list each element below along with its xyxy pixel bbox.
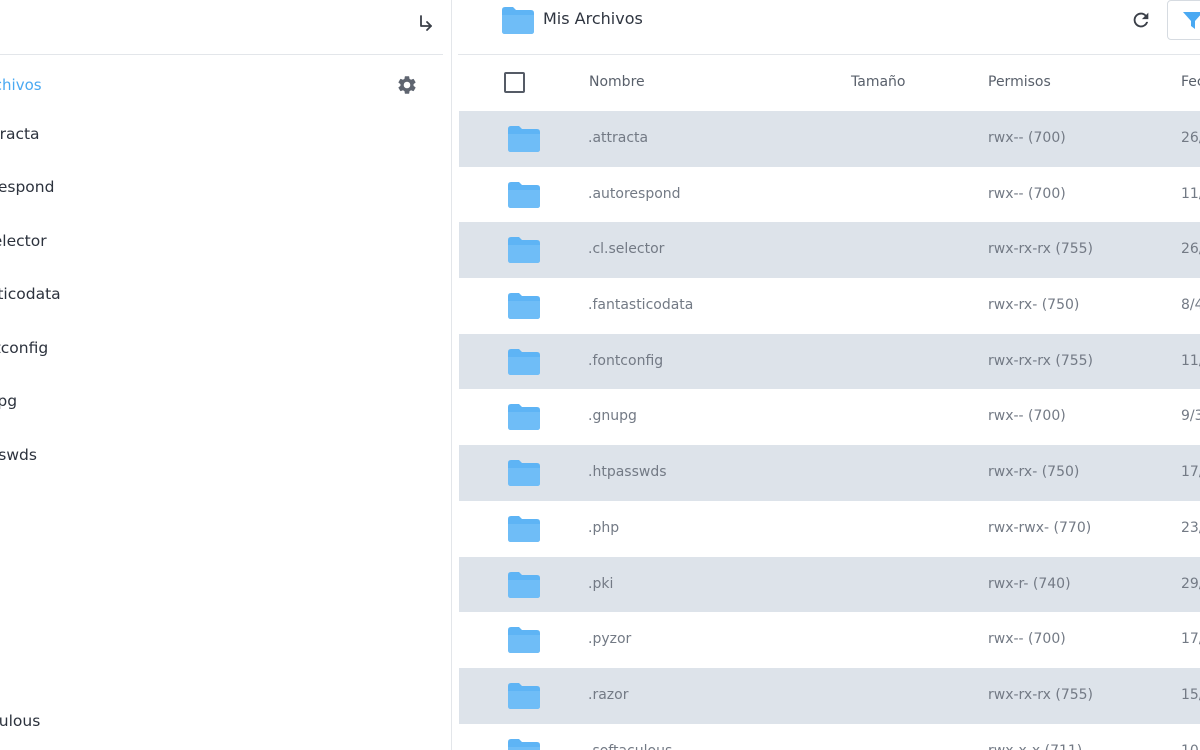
file-name: .attracta	[588, 130, 649, 146]
table-row[interactable]: .pki rwx-r- (740) 29/	[459, 556, 1200, 613]
folder-icon	[502, 7, 534, 34]
file-permissions: rwx-x-x (711)	[988, 743, 1082, 750]
table-header: Nombre Tamaño Permisos Fecha	[459, 55, 1200, 111]
file-permissions: rwx-r- (740)	[988, 575, 1071, 592]
table-row[interactable]: .fantasticodata rwx-rx- (750) 8/4	[459, 278, 1200, 334]
file-permissions: rwx-- (700)	[988, 185, 1066, 202]
table-row[interactable]: .autorespond rwx-- (700) 11/4	[459, 167, 1200, 223]
file-name: .php	[588, 519, 620, 536]
table-row[interactable]: .softaculous rwx-x-x (711) 10/	[459, 724, 1200, 750]
filter-button[interactable]	[1167, 0, 1200, 40]
file-permissions: rwx-rx- (750)	[988, 464, 1080, 481]
column-header-date[interactable]: Fecha	[1181, 74, 1200, 90]
file-manager-app: Mis Archivos .attracta .autorespond .cl.…	[0, 0, 1200, 750]
folder-icon	[508, 571, 540, 598]
sidebar-item[interactable]: .htpasswds	[0, 446, 37, 470]
gear-icon[interactable]	[396, 74, 418, 96]
sidebar-root-label: Mis Archivos	[0, 76, 42, 94]
file-date: 9/3	[1181, 408, 1200, 425]
sidebar: Mis Archivos .attracta .autorespond .cl.…	[0, 0, 452, 750]
file-date: 11/4	[1181, 185, 1200, 202]
file-table-body: .attracta rwx-- (700) 26/ .autorespond rwx--…	[459, 111, 1200, 750]
table-row[interactable]: .razor rwx-rx-rx (755) 15/	[459, 667, 1200, 724]
sidebar-item[interactable]: .fantasticodata	[0, 285, 61, 309]
file-date: 26/	[1181, 241, 1200, 258]
file-date: 17/	[1181, 464, 1200, 481]
file-permissions: rwx-- (700)	[988, 408, 1066, 425]
folder-icon	[508, 293, 540, 320]
sidebar-header	[0, 0, 443, 55]
file-permissions: rwx-- (700)	[988, 130, 1066, 146]
sidebar-item[interactable]: .gnupg	[0, 392, 17, 416]
folder-icon	[508, 627, 540, 654]
file-name: .gnupg	[588, 408, 637, 425]
file-name: .autorespond	[588, 185, 681, 202]
folder-icon	[508, 237, 540, 264]
file-name: .razor	[588, 686, 629, 703]
file-name: .pki	[588, 575, 614, 592]
folder-icon	[508, 515, 540, 542]
sidebar-item[interactable]: .cl.selector	[0, 232, 47, 256]
table-row[interactable]: .htpasswds rwx-rx- (750) 17/	[459, 445, 1200, 501]
column-header-name[interactable]: Nombre	[589, 74, 645, 90]
file-date: 15/	[1181, 686, 1200, 703]
folder-icon	[508, 181, 540, 208]
toolbar: Mis Archivos	[458, 0, 1200, 55]
file-date: 26/	[1181, 130, 1200, 146]
file-permissions: rwx-rx-rx (755)	[988, 352, 1094, 369]
sidebar-item[interactable]: .fontconfig	[0, 339, 48, 363]
sidebar-item[interactable]: .attracta	[0, 125, 40, 149]
folder-icon	[508, 460, 540, 487]
file-date: 8/4	[1181, 297, 1200, 314]
folder-icon	[508, 682, 540, 709]
table-row[interactable]: .php rwx-rwx- (770) 23/	[459, 501, 1200, 557]
file-permissions: rwx-rx-rx (755)	[988, 686, 1094, 703]
table-row[interactable]: .attracta rwx-- (700) 26/	[459, 111, 1200, 167]
file-name: .cl.selector	[588, 241, 665, 258]
folder-icon	[508, 126, 540, 152]
file-date: 23/	[1181, 519, 1200, 536]
refresh-icon[interactable]	[1130, 9, 1152, 31]
table-row[interactable]: .pyzor rwx-- (700) 17/	[459, 612, 1200, 668]
file-name: .softaculous	[588, 743, 672, 750]
table-row[interactable]: .fontconfig rwx-rx-rx (755) 11/1	[459, 333, 1200, 390]
table-row[interactable]: .gnupg rwx-- (700) 9/3	[459, 389, 1200, 445]
folder-icon	[508, 738, 540, 750]
file-name: .htpasswds	[588, 464, 667, 481]
file-date: 29/	[1181, 575, 1200, 592]
file-name: .fontconfig	[588, 352, 664, 369]
column-header-permissions[interactable]: Permisos	[988, 74, 1051, 90]
page-title: Mis Archivos	[543, 9, 643, 28]
filter-icon	[1183, 12, 1200, 29]
main-panel: Mis Archivos Nombre Tamaño Permisos Fech…	[452, 0, 1200, 750]
sidebar-root-item[interactable]: Mis Archivos	[0, 73, 438, 99]
file-permissions: rwx-rwx- (770)	[988, 519, 1092, 536]
arrow-down-right-icon[interactable]	[414, 12, 436, 34]
select-all-checkbox[interactable]	[504, 72, 525, 93]
file-permissions: rwx-rx- (750)	[988, 297, 1080, 314]
file-date: 11/1	[1181, 352, 1200, 369]
file-name: .fantasticodata	[588, 297, 694, 314]
column-header-size[interactable]: Tamaño	[851, 74, 905, 90]
sidebar-item[interactable]: .softaculous	[0, 712, 40, 736]
folder-icon	[508, 404, 540, 431]
file-date: 17/	[1181, 631, 1200, 648]
file-name: .pyzor	[588, 631, 632, 648]
sidebar-item[interactable]: .autorespond	[0, 178, 54, 202]
file-date: 10/	[1181, 743, 1200, 750]
file-permissions: rwx-rx-rx (755)	[988, 241, 1094, 258]
file-permissions: rwx-- (700)	[988, 631, 1066, 648]
table-row[interactable]: .cl.selector rwx-rx-rx (755) 26/	[459, 222, 1200, 279]
folder-icon	[508, 348, 540, 375]
